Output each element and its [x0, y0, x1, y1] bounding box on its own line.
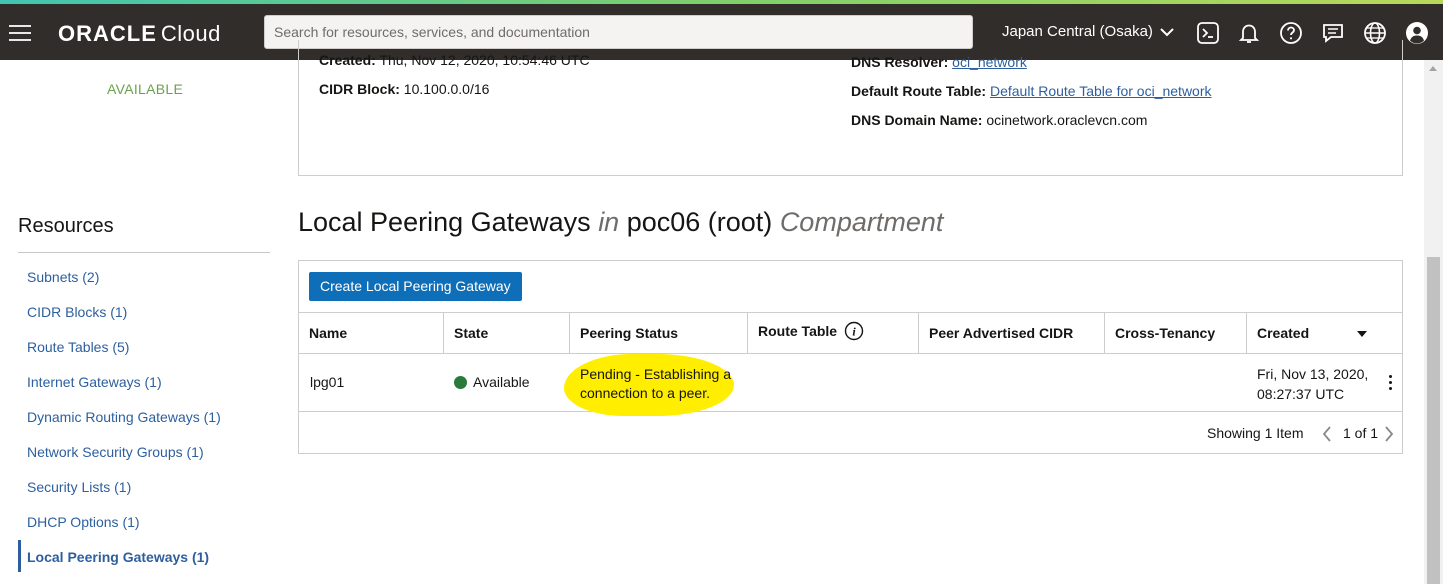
status-dot-icon	[454, 376, 467, 389]
created-field: Created: Thu, Nov 12, 2020, 10:54:46 UTC	[319, 52, 590, 68]
cidr-value: 10.100.0.0/16	[403, 81, 490, 97]
page-scrollbar[interactable]	[1424, 60, 1443, 584]
lpg-table-panel: Create Local Peering Gateway Name State …	[298, 260, 1403, 454]
table-row: lpg01 Available Pending - Establishing a…	[299, 354, 1402, 416]
column-header-cross-tenancy[interactable]: Cross-Tenancy	[1105, 313, 1247, 353]
dns-domain-label: DNS Domain Name:	[851, 112, 983, 128]
region-selector[interactable]: Japan Central (Osaka)	[1002, 23, 1174, 40]
resource-item-local-peering-gateways[interactable]: Local Peering Gateways (1)	[18, 540, 278, 572]
dns-domain-field: DNS Domain Name: ocinetwork.oraclevcn.co…	[851, 112, 1147, 128]
resource-item-dynamic-routing-gateways[interactable]: Dynamic Routing Gateways (1)	[18, 407, 278, 442]
logo-product: Cloud	[160, 21, 221, 46]
column-header-peer-advertised-cidr[interactable]: Peer Advertised CIDR	[919, 313, 1105, 353]
created-header-label: Created	[1257, 325, 1310, 341]
column-header-route-table[interactable]: Route Table i	[748, 313, 919, 353]
row-actions-menu-icon[interactable]	[1389, 375, 1393, 391]
title-in: in	[598, 207, 620, 237]
column-header-state[interactable]: State	[444, 313, 570, 353]
resources-nav: Subnets (2) CIDR Blocks (1) Route Tables…	[18, 267, 278, 572]
showing-count: Showing 1 Item	[1207, 425, 1304, 441]
create-local-peering-gateway-button[interactable]: Create Local Peering Gateway	[309, 272, 522, 301]
cidr-label: CIDR Block:	[319, 81, 400, 97]
default-route-table-label: Default Route Table:	[851, 83, 987, 99]
column-header-name[interactable]: Name	[299, 313, 444, 353]
vcn-status-label: AVAILABLE	[107, 81, 184, 97]
resources-heading: Resources	[18, 215, 114, 237]
column-header-peering-status[interactable]: Peering Status	[570, 313, 748, 353]
page-indicator: 1 of 1	[1343, 425, 1379, 441]
profile-icon[interactable]	[1405, 21, 1429, 45]
dns-resolver-link[interactable]: oci_network	[952, 54, 1027, 70]
cell-peering-status: Pending - Establishing a connection to a…	[580, 365, 731, 403]
dns-domain-value: ocinetwork.oraclevcn.com	[986, 112, 1148, 128]
vcn-details-panel: Created: Thu, Nov 12, 2020, 10:54:46 UTC…	[298, 40, 1403, 176]
oracle-cloud-logo[interactable]: ORACLE Cloud	[58, 21, 221, 46]
peering-status-line1: Pending - Establishing a	[580, 366, 731, 382]
default-route-table-field: Default Route Table: Default Route Table…	[851, 83, 1212, 99]
svg-text:i: i	[852, 325, 856, 339]
next-page-icon[interactable]	[1384, 426, 1394, 442]
region-label: Japan Central (Osaka)	[1002, 23, 1153, 40]
created-value: Thu, Nov 12, 2020, 10:54:46 UTC	[379, 52, 590, 68]
title-main: Local Peering Gateways	[298, 207, 591, 237]
resource-item-subnets[interactable]: Subnets (2)	[18, 267, 278, 302]
created-label: Created:	[319, 52, 376, 68]
chevron-down-icon	[1160, 28, 1174, 37]
column-header-created[interactable]: Created	[1247, 313, 1402, 353]
resource-item-internet-gateways[interactable]: Internet Gateways (1)	[18, 372, 278, 407]
page-title: Local Peering Gateways in poc06 (root) C…	[298, 207, 943, 238]
cidr-field: CIDR Block: 10.100.0.0/16	[319, 81, 489, 97]
title-suffix: Compartment	[779, 207, 944, 237]
scrollbar-thumb[interactable]	[1427, 257, 1440, 584]
resource-item-route-tables[interactable]: Route Tables (5)	[18, 337, 278, 372]
created-line2: 08:27:37 UTC	[1257, 386, 1345, 402]
table-header: Name State Peering Status Route Table i …	[299, 312, 1402, 354]
hamburger-menu-icon[interactable]	[9, 25, 31, 41]
resource-item-security-lists[interactable]: Security Lists (1)	[18, 477, 278, 512]
previous-page-icon[interactable]	[1322, 426, 1332, 442]
title-compartment: poc06 (root)	[626, 207, 773, 237]
info-icon[interactable]: i	[844, 321, 864, 341]
sort-descending-icon[interactable]	[1356, 330, 1368, 338]
created-line1: Fri, Nov 13, 2020,	[1257, 366, 1369, 382]
scroll-up-arrow-icon[interactable]	[1429, 66, 1437, 71]
resource-item-network-security-groups[interactable]: Network Security Groups (1)	[18, 442, 278, 477]
route-table-header-label: Route Table	[758, 323, 838, 339]
dns-resolver-label: DNS Resolver:	[851, 54, 949, 70]
dns-resolver-field: DNS Resolver: oci_network	[851, 54, 1027, 70]
cell-name[interactable]: lpg01	[310, 374, 344, 390]
peering-status-line2: connection to a peer.	[580, 385, 710, 401]
logo-brand: ORACLE	[58, 21, 157, 46]
state-value: Available	[473, 374, 530, 390]
default-route-table-link[interactable]: Default Route Table for oci_network	[990, 83, 1212, 99]
left-panel: AVAILABLE Resources Subnets (2) CIDR Blo…	[0, 60, 285, 584]
resources-divider	[18, 252, 270, 253]
cell-created: Fri, Nov 13, 2020, 08:27:37 UTC	[1257, 364, 1368, 404]
resource-item-cidr-blocks[interactable]: CIDR Blocks (1)	[18, 302, 278, 337]
cell-state: Available	[454, 374, 530, 390]
